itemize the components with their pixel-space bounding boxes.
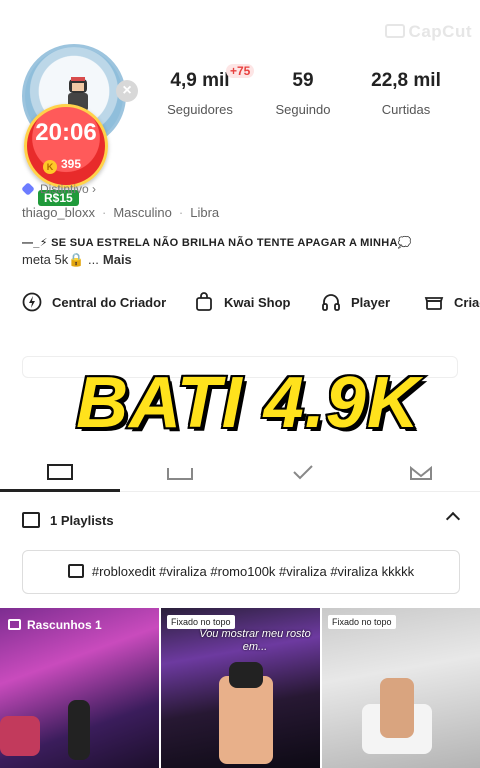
drafts-icon [8,619,21,630]
character-head [229,662,263,688]
playlist-icon [22,512,40,528]
shortcut-row: Central do Criador Kwai Shop Player Cria… [22,292,480,316]
stat-likes[interactable]: 22,8 mil Curtidas [356,70,456,117]
saved-tab-icon[interactable] [408,464,434,480]
new-followers-badge: +75 [226,64,255,78]
content-tabs [0,460,480,492]
more-link[interactable]: Mais [103,252,132,267]
badge-link[interactable]: Distintivo › [21,182,96,196]
status-bar [0,0,480,12]
playlists-header[interactable]: 1 Playlists [22,511,461,528]
lightning-icon [22,292,42,312]
live-timer-badge[interactable]: 20:06 K 395 [24,104,108,188]
player-button[interactable]: Player [321,292,390,312]
private-tab-icon[interactable] [167,464,193,480]
username: thiago_bloxx [22,205,95,220]
profile-meta: thiago_bloxx · Masculino · Libra [22,205,220,220]
video-tile[interactable]: Fixado no topo Vou mostrar meu rosto em.… [161,608,320,768]
pinned-badge: Fixado no topo [328,615,396,629]
stat-following[interactable]: 59 Seguindo [253,70,353,117]
store-icon [424,297,444,310]
kwai-shop-button[interactable]: Kwai Shop [194,292,290,312]
stat-followers[interactable]: +75 4,9 mil Seguidores [150,64,255,117]
capcut-watermark: CapCut [384,22,472,42]
character-figure [219,676,273,764]
arcade-machine [0,716,40,756]
coin-icon: K [43,160,57,174]
video-tile[interactable]: Fixado no topo [322,608,480,768]
overlay-caption: BATI 4.9K [74,361,421,445]
video-grid: Rascunhos 1 Fixado no topo Vou mostrar m… [0,608,480,768]
liked-tab-icon[interactable] [290,464,316,480]
timer-text: 20:06 [35,119,97,146]
zodiac-sign: Libra [190,205,220,220]
video-caption: Vou mostrar meu rosto em... [199,628,311,653]
close-icon[interactable]: × [116,80,138,102]
chevron-up-icon[interactable] [445,511,461,527]
bio-line-1: —_⚡ SE SUA ESTRELA NÃO BRILHA NÃO TENTE … [22,237,412,249]
coin-count: K 395 [43,157,81,174]
playlist-icon [67,564,84,578]
character-figure [68,700,90,760]
badge-icon [21,182,35,196]
headphones-icon [322,294,340,311]
bio-line-2: meta 5k🔒 ... Mais [22,252,132,267]
playlist-item[interactable]: #robloxedit #viraliza #romo100k #viraliz… [22,550,460,594]
active-tab-indicator [0,489,120,492]
gender: Masculino [113,205,172,220]
drafts-tile[interactable]: Rascunhos 1 [0,608,159,768]
creator-center-button[interactable]: Central do Criador [22,292,166,312]
pinned-badge: Fixado no topo [167,615,235,629]
capcut-icon [384,24,405,38]
create-button[interactable]: Criac [424,292,480,312]
drafts-label: Rascunhos 1 [8,618,102,632]
grid-tab-icon[interactable] [47,464,73,480]
shopping-bag-icon [196,292,212,311]
character-figure [380,678,414,738]
